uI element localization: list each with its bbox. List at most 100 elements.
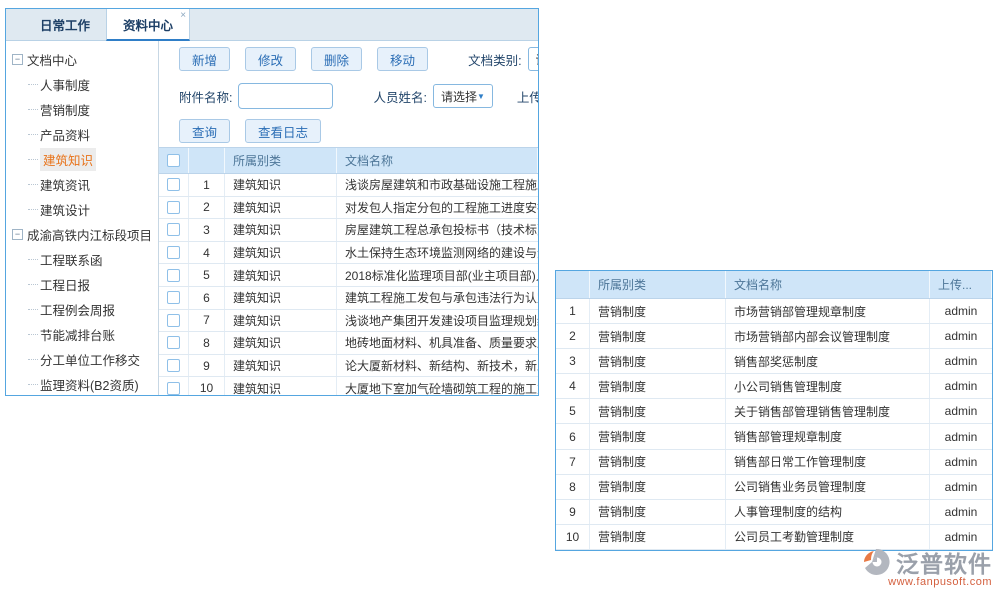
- tree-item-建筑设计[interactable]: 建筑设计: [6, 197, 158, 222]
- tree-item-营销制度[interactable]: 营销制度: [6, 97, 158, 122]
- move-button[interactable]: 移动: [377, 47, 428, 71]
- table-row[interactable]: 4建筑知识水土保持生态环境监测网络的建设与资...: [159, 242, 538, 265]
- table-row[interactable]: 2建筑知识对发包人指定分包的工程施工进度安排...: [159, 197, 538, 220]
- collapse-icon[interactable]: −: [12, 229, 23, 240]
- row-docname-cell[interactable]: 大厦地下室加气砼墙砌筑工程的施工方...: [337, 377, 538, 395]
- person-name-label: 人员姓名:: [373, 87, 426, 106]
- row-docname-cell[interactable]: 浅谈房屋建筑和市政基础设施工程施工...: [337, 174, 538, 196]
- row-checkbox[interactable]: [167, 359, 180, 372]
- add-button[interactable]: 新增: [179, 47, 230, 71]
- tree-item-建筑知识[interactable]: 建筑知识: [6, 147, 158, 172]
- marketing-documents-table: 所属别类文档名称上传...1营销制度市场营销部管理规章制度admin2营销制度市…: [556, 271, 992, 550]
- row-uploader-cell: admin: [930, 374, 992, 398]
- row-checkbox[interactable]: [167, 291, 180, 304]
- row-checkbox[interactable]: [167, 201, 180, 214]
- edit-button[interactable]: 修改: [245, 47, 296, 71]
- table-row[interactable]: 4营销制度小公司销售管理制度admin: [556, 374, 992, 399]
- collapse-icon[interactable]: −: [12, 54, 23, 65]
- delete-button[interactable]: 删除: [311, 47, 362, 71]
- tab-data-center[interactable]: 资料中心 ×: [106, 9, 190, 41]
- header-checkbox-cell: [159, 148, 189, 173]
- tree-item-人事制度[interactable]: 人事制度: [6, 72, 158, 97]
- row-number-cell: 4: [189, 242, 225, 264]
- row-docname-cell[interactable]: 论大厦新材料、新结构、新技术，新工...: [337, 355, 538, 377]
- row-checkbox[interactable]: [167, 223, 180, 236]
- row-category-cell: 建筑知识: [225, 310, 337, 332]
- document-center-window: 日常工作 资料中心 × −文档中心人事制度营销制度产品资料建筑知识建筑资讯建筑设…: [5, 8, 539, 396]
- row-docname-cell[interactable]: 市场营销部内部会议管理制度: [726, 324, 930, 348]
- table-row[interactable]: 3营销制度销售部奖惩制度admin: [556, 349, 992, 374]
- row-docname-cell[interactable]: 2018标准化监理项目部(业主项目部)人员...: [337, 264, 538, 286]
- table-row[interactable]: 6营销制度销售部管理规章制度admin: [556, 424, 992, 449]
- select-all-checkbox[interactable]: [167, 154, 180, 167]
- attachment-name-input[interactable]: [238, 83, 333, 109]
- doc-type-select[interactable]: 请选择 ▼: [528, 47, 538, 71]
- row-checkbox[interactable]: [167, 178, 180, 191]
- tab-daily-work[interactable]: 日常工作: [24, 9, 106, 40]
- row-docname-cell[interactable]: 房屋建筑工程总承包投标书（技术标）...: [337, 219, 538, 241]
- tree-item-分工单位工作移交[interactable]: 分工单位工作移交: [6, 347, 158, 372]
- tree-item-label: 建筑知识: [40, 148, 96, 171]
- row-checkbox[interactable]: [167, 336, 180, 349]
- row-checkbox[interactable]: [167, 246, 180, 259]
- tree-item-建筑资讯[interactable]: 建筑资讯: [6, 172, 158, 197]
- tree-item-成渝高铁内江标段项目[interactable]: −成渝高铁内江标段项目: [6, 222, 158, 247]
- table-row[interactable]: 5建筑知识2018标准化监理项目部(业主项目部)人员...: [159, 264, 538, 287]
- row-docname-cell[interactable]: 对发包人指定分包的工程施工进度安排...: [337, 197, 538, 219]
- row-category-cell: 建筑知识: [225, 197, 337, 219]
- row-docname-cell[interactable]: 地砖地面材料、机具准备、质量要求及...: [337, 332, 538, 354]
- row-uploader-cell: admin: [930, 349, 992, 373]
- row-docname-cell[interactable]: 建筑工程施工发包与承包违法行为认定...: [337, 287, 538, 309]
- table-row[interactable]: 6建筑知识建筑工程施工发包与承包违法行为认定...: [159, 287, 538, 310]
- row-docname-cell[interactable]: 市场营销部管理规章制度: [726, 299, 930, 323]
- tree-item-工程联系函[interactable]: 工程联系函: [6, 247, 158, 272]
- row-docname-cell[interactable]: 销售部管理规章制度: [726, 424, 930, 448]
- query-button[interactable]: 查询: [179, 119, 230, 143]
- row-docname-cell[interactable]: 销售部日常工作管理制度: [726, 450, 930, 474]
- table-row[interactable]: 2营销制度市场营销部内部会议管理制度admin: [556, 324, 992, 349]
- tree-item-label: 产品资料: [40, 125, 90, 144]
- header-number-cell: [556, 271, 590, 298]
- toolbar: 新增 修改 删除 移动 文档类别: 请选择 ▼ 文档: [159, 41, 538, 77]
- row-category-cell: 建筑知识: [225, 287, 337, 309]
- document-tree: −文档中心人事制度营销制度产品资料建筑知识建筑资讯建筑设计−成渝高铁内江标段项目…: [6, 41, 159, 395]
- row-checkbox[interactable]: [167, 382, 180, 395]
- table-row[interactable]: 8建筑知识地砖地面材料、机具准备、质量要求及...: [159, 332, 538, 355]
- row-checkbox[interactable]: [167, 314, 180, 327]
- tree-item-工程例会周报[interactable]: 工程例会周报: [6, 297, 158, 322]
- documents-table: 所属别类文档名称1建筑知识浅谈房屋建筑和市政基础设施工程施工...2建筑知识对发…: [159, 147, 538, 395]
- row-docname-cell[interactable]: 水土保持生态环境监测网络的建设与资...: [337, 242, 538, 264]
- table-row[interactable]: 3建筑知识房屋建筑工程总承包投标书（技术标）...: [159, 219, 538, 242]
- tree-item-工程日报[interactable]: 工程日报: [6, 272, 158, 297]
- person-name-select[interactable]: 请选择 ▼: [433, 84, 493, 108]
- tree-item-文档中心[interactable]: −文档中心: [6, 47, 158, 72]
- chevron-down-icon: ▼: [477, 92, 485, 101]
- row-docname-cell[interactable]: 销售部奖惩制度: [726, 349, 930, 373]
- row-number-cell: 8: [189, 332, 225, 354]
- table-row[interactable]: 7建筑知识浅谈地产集团开发建设项目监理规划编...: [159, 310, 538, 333]
- table-row[interactable]: 1建筑知识浅谈房屋建筑和市政基础设施工程施工...: [159, 174, 538, 197]
- marketing-documents-window: 所属别类文档名称上传...1营销制度市场营销部管理规章制度admin2营销制度市…: [555, 270, 993, 551]
- row-docname-cell[interactable]: 浅谈地产集团开发建设项目监理规划编...: [337, 310, 538, 332]
- tree-connector: [28, 259, 38, 260]
- tree-item-监理资料(B2资质)[interactable]: 监理资料(B2资质): [6, 372, 158, 395]
- row-docname-cell[interactable]: 公司销售业务员管理制度: [726, 475, 930, 499]
- row-checkbox[interactable]: [167, 269, 180, 282]
- table-row[interactable]: 5营销制度关于销售部管理销售管理制度admin: [556, 399, 992, 424]
- row-category-cell: 建筑知识: [225, 355, 337, 377]
- row-checkbox-cell: [159, 174, 189, 196]
- table-row[interactable]: 8营销制度公司销售业务员管理制度admin: [556, 475, 992, 500]
- tree-item-节能减排台账[interactable]: 节能减排台账: [6, 322, 158, 347]
- row-docname-cell[interactable]: 关于销售部管理销售管理制度: [726, 399, 930, 423]
- view-log-button[interactable]: 查看日志: [245, 119, 321, 143]
- table-row[interactable]: 9营销制度人事管理制度的结构admin: [556, 500, 992, 525]
- tree-item-产品资料[interactable]: 产品资料: [6, 122, 158, 147]
- table-row[interactable]: 1营销制度市场营销部管理规章制度admin: [556, 299, 992, 324]
- row-docname-cell[interactable]: 小公司销售管理制度: [726, 374, 930, 398]
- table-row[interactable]: 7营销制度销售部日常工作管理制度admin: [556, 450, 992, 475]
- tree-item-label: 工程例会周报: [40, 300, 115, 319]
- table-row[interactable]: 9建筑知识论大厦新材料、新结构、新技术，新工...: [159, 355, 538, 378]
- row-docname-cell[interactable]: 人事管理制度的结构: [726, 500, 930, 524]
- table-row[interactable]: 10建筑知识大厦地下室加气砼墙砌筑工程的施工方...: [159, 377, 538, 395]
- close-icon[interactable]: ×: [180, 11, 186, 21]
